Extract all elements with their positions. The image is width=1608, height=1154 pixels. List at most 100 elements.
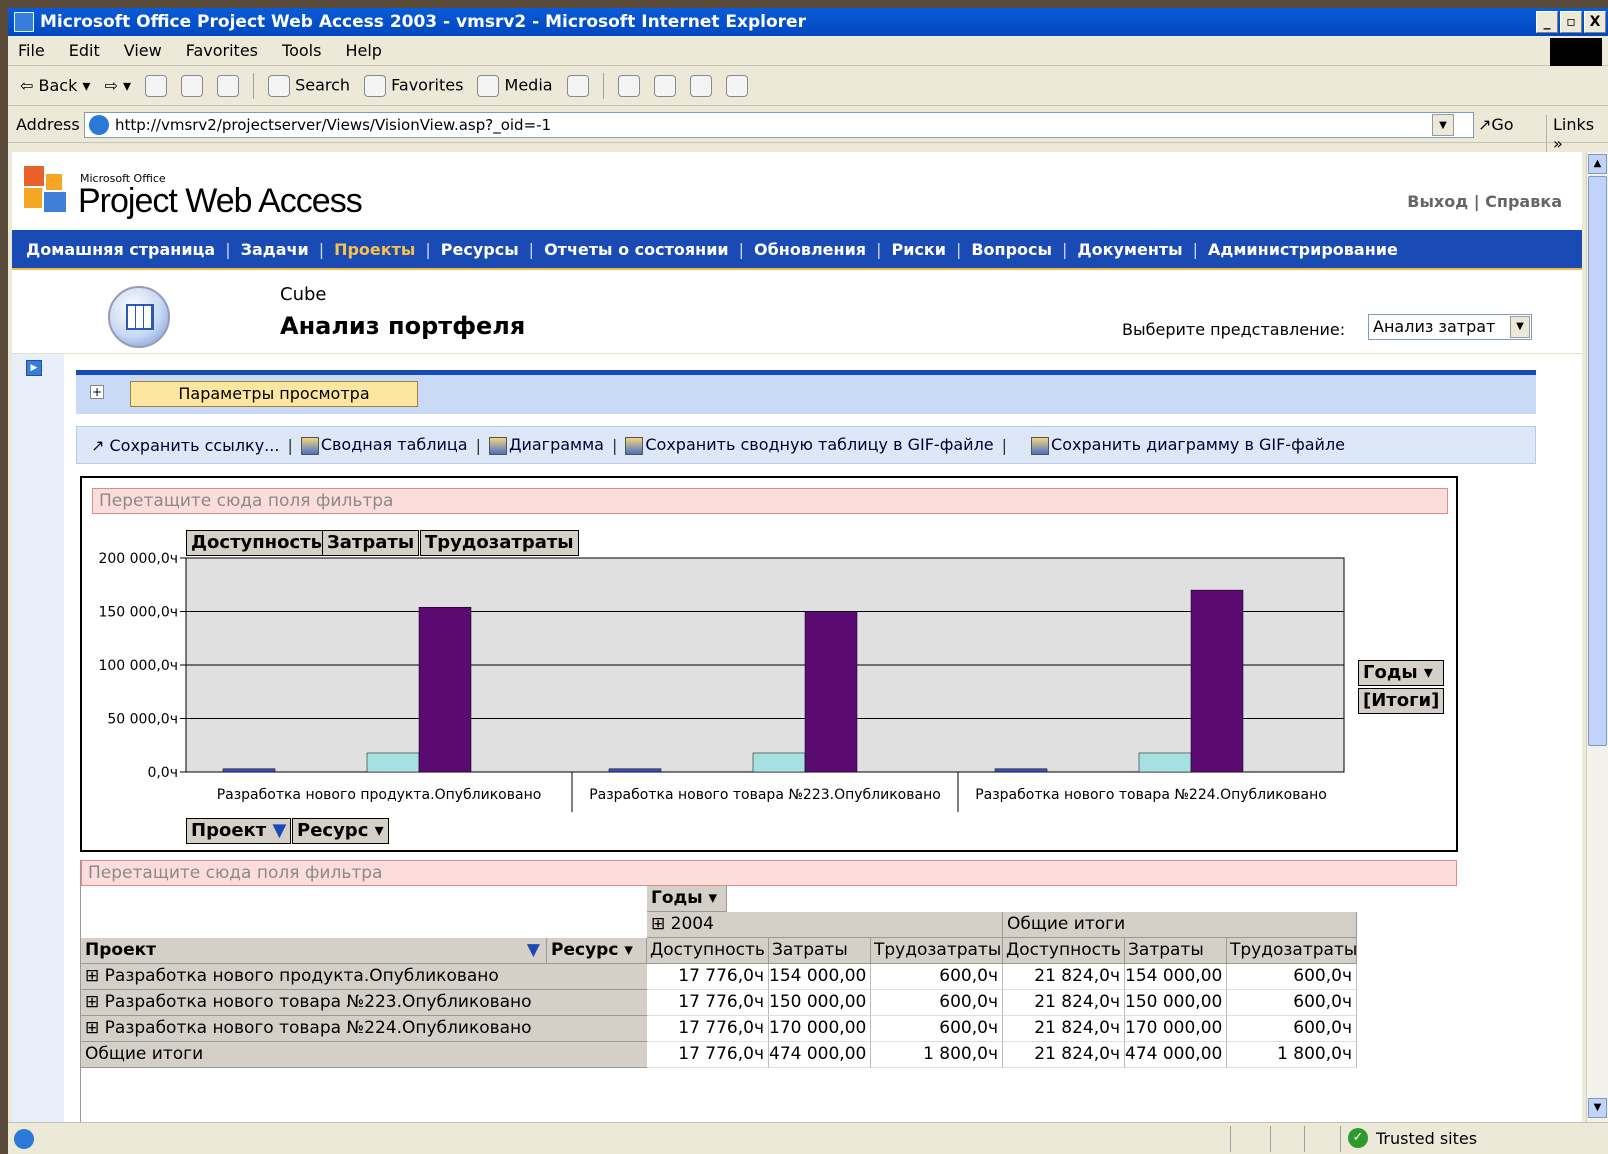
save-link-action[interactable]: ↗ Сохранить ссылку... — [91, 436, 279, 455]
favorites-button[interactable]: Favorites — [364, 74, 464, 97]
nav-status-reports[interactable]: Отчеты о состоянии — [544, 240, 729, 259]
menu-tools[interactable]: Tools — [282, 41, 321, 60]
mail-icon[interactable] — [617, 74, 640, 97]
menu-edit[interactable]: Edit — [69, 41, 100, 60]
measure-header[interactable]: Трудозатраты — [1227, 938, 1357, 964]
chevron-down-icon[interactable]: ▼ — [1510, 316, 1530, 338]
page-header: Cube Анализ портфеля Выберите представле… — [12, 272, 1582, 354]
scroll-down-icon[interactable]: ▼ — [1588, 1098, 1607, 1118]
forward-button[interactable]: ⇨ ▾ — [104, 76, 131, 95]
pivot-row-label[interactable]: Общие итоги — [81, 1042, 647, 1068]
bar — [752, 752, 806, 773]
menu-favorites[interactable]: Favorites — [186, 41, 258, 60]
measure-header[interactable]: Затраты — [769, 938, 871, 964]
series-field-years[interactable]: Годы ▾ — [1358, 660, 1444, 686]
address-input[interactable]: http://vmsrv2/projectserver/Views/Vision… — [84, 112, 1474, 138]
view-options-button[interactable]: Параметры просмотра — [130, 381, 418, 407]
pivot-cell: 474 000,00 — [769, 1042, 871, 1068]
search-icon — [268, 74, 290, 97]
refresh-icon[interactable] — [181, 74, 203, 97]
nav-tasks[interactable]: Задачи — [241, 240, 309, 259]
y-tick-label: 0,0ч — [147, 765, 178, 781]
data-field-work[interactable]: Трудозатраты — [420, 530, 579, 556]
nav-home[interactable]: Домашняя страница — [26, 240, 215, 259]
series-field-totals[interactable]: [Итоги] — [1358, 688, 1444, 714]
row-field-project[interactable]: Проект ▼ — [81, 938, 547, 964]
view-select[interactable]: Анализ затрат ▼ — [1368, 314, 1532, 340]
nav-updates[interactable]: Обновления — [754, 240, 866, 259]
links-button[interactable]: Links » — [1546, 115, 1608, 153]
nav-risks[interactable]: Риски — [891, 240, 946, 259]
year-2004-header[interactable]: ⊞ 2004 — [647, 912, 1003, 938]
back-button[interactable]: ⇦ Back ▾ — [20, 76, 90, 95]
links-label: Links — [1553, 115, 1595, 134]
nav-sep: | — [528, 239, 535, 259]
history-icon[interactable] — [566, 74, 589, 97]
data-field-availability[interactable]: Доступность — [186, 530, 327, 556]
nav-issues[interactable]: Вопросы — [971, 240, 1052, 259]
save-chart-gif-action[interactable]: Сохранить диаграмму в GIF-файле — [1031, 435, 1345, 455]
ie-status-icon — [14, 1129, 34, 1149]
vertical-scrollbar[interactable]: ▲ ▼ — [1586, 152, 1608, 1122]
address-label: Address — [16, 115, 80, 134]
column-field-years[interactable]: Годы ▾ — [647, 886, 727, 912]
maximize-button[interactable]: ▫ — [1560, 11, 1582, 33]
expand-plus-icon[interactable]: + — [90, 385, 104, 399]
row-field-resource[interactable]: Ресурс ▾ — [547, 938, 647, 964]
pivot-cell: 17 776,0ч — [647, 964, 769, 990]
bar — [994, 768, 1048, 773]
favorites-icon — [364, 74, 387, 97]
go-button[interactable]: ↗Go — [1478, 115, 1514, 134]
pivot-row-label[interactable]: ⊞ Разработка нового товара №224.Опублико… — [81, 1016, 647, 1042]
close-button[interactable]: X — [1584, 11, 1606, 33]
minimize-button[interactable]: _ — [1536, 11, 1558, 33]
help-link[interactable]: Справка — [1485, 192, 1562, 211]
toolbar: ⇦ Back ▾ ⇨ ▾ Search Favorites Media — [8, 66, 1608, 106]
menu-help[interactable]: Help — [345, 41, 381, 60]
nav-projects[interactable]: Проекты — [334, 240, 415, 259]
scroll-up-icon[interactable]: ▲ — [1588, 154, 1607, 174]
measure-header[interactable]: Доступность — [647, 938, 769, 964]
pivot-cell: 154 000,00 — [769, 964, 871, 990]
category-field-project[interactable]: Проект ▼ — [186, 818, 292, 844]
pivot-row-label[interactable]: ⊞ Разработка нового товара №223.Опублико… — [81, 990, 647, 1016]
nav-admin[interactable]: Администрирование — [1208, 240, 1398, 259]
pivot-row-label[interactable]: ⊞ Разработка нового продукта.Опубликован… — [81, 964, 647, 990]
category-label: Разработка нового товара №223.Опубликова… — [589, 787, 941, 803]
measure-header[interactable]: Затраты — [1125, 938, 1227, 964]
stop-icon[interactable] — [145, 74, 167, 97]
media-button[interactable]: Media — [477, 74, 553, 97]
nav-sep: | — [955, 239, 962, 259]
edit-icon[interactable] — [689, 74, 712, 97]
pivot-filter-zone[interactable]: Перетащите сюда поля фильтра — [81, 860, 1457, 886]
action-bar: ↗ Сохранить ссылку... | Сводная таблица … — [76, 426, 1536, 464]
nav-resources[interactable]: Ресурсы — [441, 240, 519, 259]
data-field-cost[interactable]: Затраты — [322, 530, 420, 556]
nav-documents[interactable]: Документы — [1077, 240, 1182, 259]
nav-sep: | — [876, 239, 882, 259]
discuss-icon[interactable] — [725, 74, 748, 97]
expand-side-icon[interactable]: ▶ — [26, 360, 42, 376]
home-icon[interactable] — [217, 74, 239, 97]
menu-file[interactable]: File — [18, 41, 45, 60]
logout-link[interactable]: Выход — [1407, 192, 1468, 211]
measure-header[interactable]: Доступность — [1003, 938, 1125, 964]
pivot-cell: 150 000,00 — [769, 990, 871, 1016]
address-dropdown-icon[interactable]: ▼ — [1432, 114, 1454, 136]
category-field-resource[interactable]: Ресурс ▾ — [292, 818, 389, 844]
bar — [804, 611, 858, 773]
favorites-label: Favorites — [391, 75, 464, 94]
menu-view[interactable]: View — [124, 41, 162, 60]
print-icon[interactable] — [653, 74, 676, 97]
save-pivot-gif-action[interactable]: Сохранить сводную таблицу в GIF-файле — [625, 435, 994, 455]
scroll-thumb[interactable] — [1588, 176, 1607, 746]
chart-action[interactable]: Диаграмма — [488, 435, 604, 455]
search-button[interactable]: Search — [268, 74, 350, 97]
pivot-table-action[interactable]: Сводная таблица — [300, 435, 468, 455]
measure-header[interactable]: Трудозатраты — [871, 938, 1003, 964]
action-sep: | — [475, 435, 481, 455]
media-label: Media — [504, 75, 553, 94]
pivot-table: Перетащите сюда поля фильтра Годы ▾ ⊞ 20… — [80, 860, 1458, 1122]
pivot-table-icon — [300, 436, 319, 455]
chart-icon — [488, 436, 507, 455]
